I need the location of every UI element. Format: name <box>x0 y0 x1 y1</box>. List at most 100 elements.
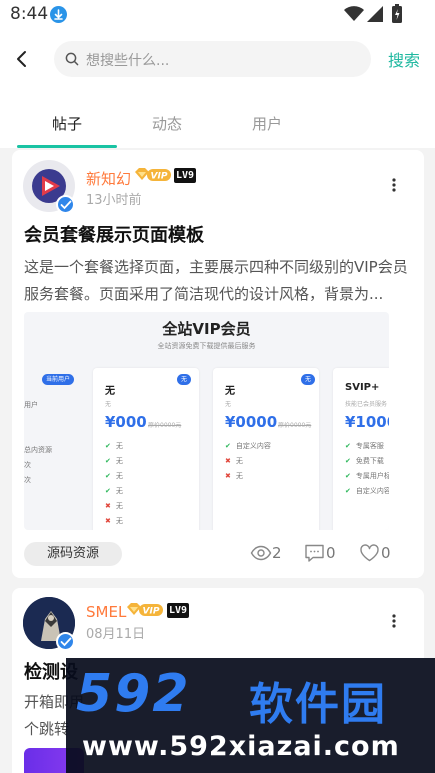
search-button[interactable]: 搜索 <box>388 47 420 71</box>
level-badge: LV9 <box>167 603 190 618</box>
author-name[interactable]: 新知幻 <box>86 168 131 189</box>
check-icon: ✔ <box>105 487 111 495</box>
verified-icon <box>56 195 75 214</box>
feature-text: 无 <box>115 457 123 465</box>
plan-feature: ✖ 无 <box>225 471 243 481</box>
plan-old-price: 原价0000元 <box>148 422 182 429</box>
download-icon <box>50 6 67 23</box>
plan-feature: ✔ 无 <box>105 456 123 466</box>
preview-plan-card: 无 无 无 ¥000 原价0000元 ✔ 无 ✔ 无 ✔ 无 ✔ 无 ✖ 无 ✖ 无 <box>93 368 199 530</box>
cross-icon: ✖ <box>225 457 231 465</box>
preview-left-item: 用户 <box>24 401 38 409</box>
preview-plan-card: 无 无 无 ¥0000 原价0000元 ✔ 自定义内容 ✖ 无 ✖ 无 <box>213 368 319 530</box>
watermark-number: 592 <box>76 664 191 724</box>
post-title[interactable]: 会员套餐展示页面模板 <box>24 221 204 247</box>
post-image[interactable]: 全站VIP会员 全站资源免费下载提供最后服务 当前用户 用户 总内资源 次 次 … <box>24 312 389 530</box>
plan-price: ¥0000 <box>225 413 278 431</box>
plan-feature: ✔ 专属用户标 <box>345 471 389 481</box>
feature-text: 无 <box>115 517 123 525</box>
comment-count: 0 <box>326 544 336 562</box>
feature-text: 自定义内容 <box>355 487 389 495</box>
feature-text: 无 <box>115 442 123 450</box>
feature-text: 无 <box>115 487 123 495</box>
post-excerpt[interactable]: 这是一个套餐选择页面，主要展示四种不同级别的VIP会员服务套餐。页面采用了简洁现… <box>24 254 414 308</box>
search-placeholder: 想搜些什么... <box>86 53 170 69</box>
plan-feature: ✔ 无 <box>105 471 123 481</box>
watermark-name: 软件园 <box>249 679 387 730</box>
check-icon: ✔ <box>345 472 351 480</box>
plan-desc: 无 <box>105 401 112 408</box>
vip-label: VIP <box>151 172 168 182</box>
plan-feature: ✔ 自定义内容 <box>345 486 389 496</box>
level-badge: LV9 <box>174 168 197 183</box>
tab-bar: 帖子 动态 用户 <box>0 90 435 148</box>
tab-activity[interactable]: 动态 <box>117 113 217 134</box>
view-count: 2 <box>272 544 282 562</box>
site-watermark: 592 软件园 www.592xiazai.com <box>66 658 435 773</box>
preview-plan-card: SVIP+ 技能已会员服务 ¥1000 ✔ 专属客服 ✔ 免费下载 ✔ 专属用户标 ✔… <box>333 368 389 530</box>
check-icon: ✔ <box>105 442 111 450</box>
plan-feature: ✖ 无 <box>105 516 123 526</box>
plan-desc: 技能已会员服务 <box>345 401 388 408</box>
search-icon <box>65 52 79 66</box>
feature-text: 免费下载 <box>355 457 384 465</box>
check-icon: ✔ <box>225 442 231 450</box>
search-input[interactable]: 想搜些什么... <box>54 41 371 77</box>
verified-icon <box>56 632 75 651</box>
feature-text: 自定义内容 <box>235 442 271 450</box>
preview-left-item: 总内资源 <box>24 446 52 454</box>
check-icon: ✔ <box>345 487 351 495</box>
plan-price: ¥000 <box>105 413 147 431</box>
wifi-icon <box>344 6 364 21</box>
tab-users[interactable]: 用户 <box>217 113 317 134</box>
plan-name: SVIP+ <box>345 382 380 393</box>
more-menu-icon[interactable] <box>388 177 400 193</box>
preview-left-item: 次 <box>24 461 31 469</box>
check-icon: ✔ <box>105 457 111 465</box>
author-name[interactable]: SMEL <box>86 603 126 621</box>
plan-feature: ✔ 无 <box>105 441 123 451</box>
preview-left-item: 次 <box>24 476 31 484</box>
eye-icon <box>250 545 272 561</box>
plan-tag: 无 <box>177 374 192 385</box>
post-time: 08月11日 <box>86 627 146 642</box>
preview-left-tag: 当前用户 <box>42 374 75 385</box>
plan-tag: 无 <box>301 374 316 385</box>
category-tag[interactable]: 源码资源 <box>24 542 122 566</box>
vip-label: VIP <box>143 607 160 617</box>
post-card[interactable]: 新知幻 VIP LV9 13小时前 会员套餐展示页面模板 这是一个套餐选择页面，… <box>12 150 424 578</box>
plan-name: 无 <box>105 386 115 397</box>
status-time: 8:44 <box>10 4 49 24</box>
plan-price: ¥1000 <box>345 413 389 431</box>
plan-old-price: 原价0000元 <box>278 422 312 429</box>
cross-icon: ✖ <box>105 502 111 510</box>
check-icon: ✔ <box>345 457 351 465</box>
signal-icon <box>367 6 383 22</box>
preview-subtitle: 全站资源免费下载提供最后服务 <box>157 342 256 350</box>
watermark-url: www.592xiazai.com <box>82 731 400 762</box>
vip-badge: VIP <box>135 168 171 182</box>
plan-desc: 无 <box>225 401 232 408</box>
feature-text: 无 <box>235 457 243 465</box>
cross-icon: ✖ <box>225 472 231 480</box>
plan-name: 无 <box>225 386 235 397</box>
feature-text: 专属用户标 <box>355 472 389 480</box>
heart-icon[interactable] <box>359 543 380 563</box>
plan-feature: ✔ 无 <box>105 486 123 496</box>
post-time: 13小时前 <box>86 193 142 208</box>
plan-feature: ✖ 无 <box>225 456 243 466</box>
status-bar: 8:44 <box>0 0 435 30</box>
feature-text: 无 <box>115 472 123 480</box>
battery-icon <box>392 4 402 23</box>
plan-feature: ✔ 自定义内容 <box>225 441 271 451</box>
plan-feature: ✔ 专属客服 <box>345 441 384 451</box>
back-arrow-icon[interactable] <box>10 46 36 72</box>
feature-text: 专属客服 <box>355 442 384 450</box>
more-menu-icon[interactable] <box>388 613 400 629</box>
tab-posts[interactable]: 帖子 <box>17 113 117 134</box>
check-icon: ✔ <box>105 472 111 480</box>
comment-icon[interactable] <box>304 543 325 563</box>
feature-text: 无 <box>235 472 243 480</box>
feature-text: 无 <box>115 502 123 510</box>
cross-icon: ✖ <box>105 517 111 525</box>
